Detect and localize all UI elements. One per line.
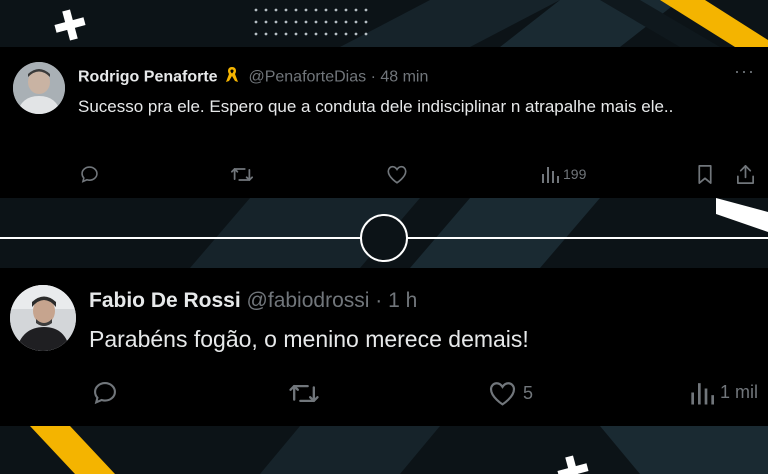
like-button[interactable]: 5 <box>488 380 533 407</box>
avatar-photo <box>13 62 65 114</box>
bg-stripe <box>410 198 600 268</box>
retweet-button[interactable] <box>288 380 320 407</box>
avatar-photo <box>10 285 76 351</box>
tweet-text: Parabéns fogão, o menino merece demais! <box>89 326 529 352</box>
author-name[interactable]: Rodrigo Penaforte <box>78 69 218 86</box>
bg-yellow-stripe <box>30 426 115 474</box>
header-separator: · <box>375 289 383 312</box>
reply-icon <box>94 382 116 405</box>
tweet-text: Sucesso pra ele. Espero que a conduta de… <box>78 97 674 116</box>
share-icon <box>737 165 754 184</box>
tweet-card[interactable]: Rodrigo Penaforte @PenaforteDias · 48 mi… <box>0 47 768 198</box>
divider-circle <box>360 214 408 262</box>
tweet-time[interactable]: 48 min <box>380 69 428 86</box>
views-count: 1 mil <box>720 382 759 402</box>
views-button[interactable]: 1 mil <box>690 379 758 406</box>
reply-button[interactable] <box>91 379 119 407</box>
bg-plus-icon <box>557 455 589 474</box>
bookmark-icon <box>698 165 712 184</box>
tweet-time[interactable]: 1 h <box>388 289 417 312</box>
tweet-header: Fabio De Rossi @fabiodrossi · 1 h <box>89 289 417 313</box>
views-count: 199 <box>563 166 587 182</box>
views-icon <box>691 383 714 405</box>
retweet-icon <box>289 384 319 403</box>
author-name[interactable]: Fabio De Rossi <box>89 289 241 312</box>
reply-icon <box>81 166 98 183</box>
author-handle[interactable]: @PenaforteDias <box>248 69 366 86</box>
retweet-icon <box>230 168 254 181</box>
retweet-button[interactable] <box>230 164 254 185</box>
likes-count: 5 <box>523 383 534 403</box>
more-options-icon[interactable]: ··· <box>734 61 755 82</box>
views-button[interactable]: 199 <box>541 164 586 184</box>
avatar[interactable] <box>13 62 65 114</box>
views-icon <box>542 167 559 183</box>
tweet-card[interactable]: Fabio De Rossi @fabiodrossi · 1 h Parabé… <box>0 268 768 426</box>
bg-stripe <box>600 426 768 474</box>
avatar[interactable] <box>10 285 76 351</box>
share-button[interactable] <box>735 164 756 185</box>
bg-white-accent <box>716 198 768 232</box>
like-icon <box>489 382 516 406</box>
reply-button[interactable] <box>79 164 100 185</box>
like-button[interactable] <box>386 164 408 185</box>
tweet-header: Rodrigo Penaforte @PenaforteDias · 48 mi… <box>78 66 428 89</box>
like-icon <box>387 165 407 184</box>
header-separator: · <box>370 68 376 86</box>
bg-stripe <box>260 426 440 474</box>
author-handle[interactable]: @fabiodrossi <box>247 289 370 312</box>
bg-dot-grid <box>254 8 368 36</box>
ribbon-badge-icon <box>224 66 240 89</box>
bg-plus-icon <box>54 9 86 41</box>
bookmark-button[interactable] <box>695 164 715 185</box>
